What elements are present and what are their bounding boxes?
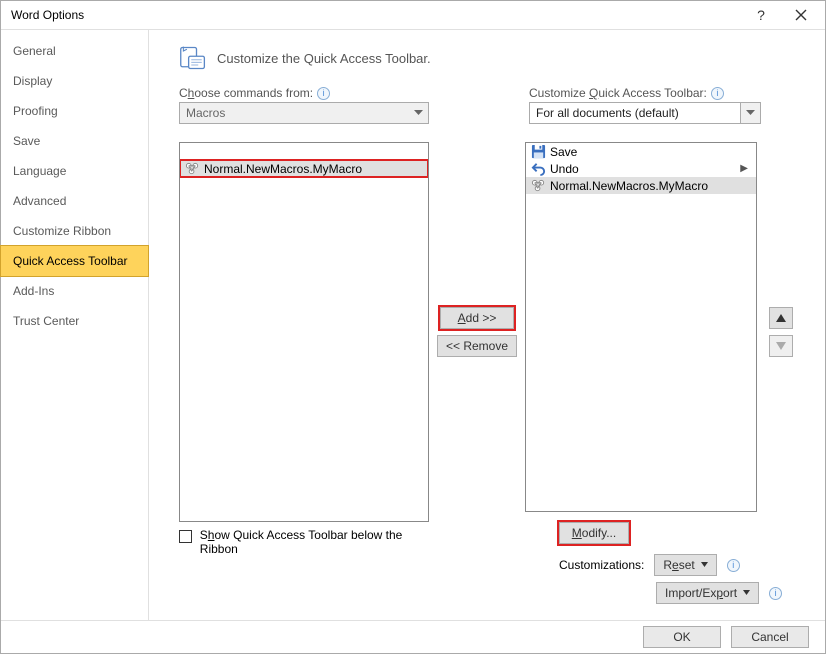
list-item[interactable]: Normal.NewMacros.MyMacro (526, 177, 756, 194)
chevron-down-icon (740, 103, 760, 123)
sidebar-item-trust-center[interactable]: Trust Center (1, 306, 148, 336)
add-button[interactable]: Add >> (440, 307, 514, 329)
transfer-buttons: Add >> << Remove (429, 142, 525, 522)
panel-header-text: Customize the Quick Access Toolbar. (217, 51, 431, 66)
submenu-arrow-icon: ▶ (740, 163, 752, 174)
remove-button[interactable]: << Remove (437, 335, 517, 357)
sidebar-item-language[interactable]: Language (1, 156, 148, 186)
list-item-label: Normal.NewMacros.MyMacro (204, 162, 362, 176)
cancel-button[interactable]: Cancel (731, 626, 809, 648)
titlebar: Word Options ? (1, 1, 825, 29)
sidebar: GeneralDisplayProofingSaveLanguageAdvanc… (1, 30, 149, 620)
sidebar-item-advanced[interactable]: Advanced (1, 186, 148, 216)
macro-icon (184, 161, 200, 177)
dialog-footer: OK Cancel (1, 620, 825, 653)
import-export-button[interactable]: Import/Export (656, 582, 759, 604)
checkbox-label: Show Quick Access Toolbar below the Ribb… (200, 528, 439, 556)
sidebar-item-add-ins[interactable]: Add-Ins (1, 276, 148, 306)
sidebar-item-save[interactable]: Save (1, 126, 148, 156)
choose-commands-dropdown[interactable]: Macros (179, 102, 429, 124)
show-below-ribbon-checkbox[interactable]: Show Quick Access Toolbar below the Ribb… (179, 528, 439, 610)
list-item-label: Save (550, 145, 752, 159)
main-panel: Customize the Quick Access Toolbar. Choo… (149, 30, 825, 620)
info-icon[interactable]: i (727, 559, 740, 572)
dropdown-triangle-icon (743, 590, 750, 597)
customize-qat-dropdown[interactable]: For all documents (default) (529, 102, 761, 124)
save-icon (530, 144, 546, 160)
dialog-title: Word Options (11, 8, 741, 22)
checkbox-box[interactable] (179, 530, 192, 543)
move-up-button[interactable] (769, 307, 793, 329)
info-icon[interactable]: i (711, 87, 724, 100)
chevron-down-icon (408, 103, 428, 123)
macro-icon (530, 178, 546, 194)
choose-commands-label: Choose commands from: i (179, 86, 429, 100)
sidebar-item-general[interactable]: General (1, 36, 148, 66)
list-item[interactable]: Undo▶ (526, 160, 756, 177)
qat-listbox[interactable]: SaveUndo▶Normal.NewMacros.MyMacro (525, 142, 757, 512)
dropdown-triangle-icon (701, 562, 708, 569)
sidebar-item-display[interactable]: Display (1, 66, 148, 96)
list-item[interactable] (180, 143, 428, 160)
help-button[interactable]: ? (741, 1, 781, 29)
panel-header: Customize the Quick Access Toolbar. (179, 44, 801, 72)
modify-button[interactable]: Modify... (559, 522, 629, 544)
sidebar-item-customize-ribbon[interactable]: Customize Ribbon (1, 216, 148, 246)
list-item-label: Normal.NewMacros.MyMacro (550, 179, 752, 193)
reset-button[interactable]: Reset (654, 554, 716, 576)
sidebar-item-quick-access-toolbar[interactable]: Quick Access Toolbar (1, 246, 148, 276)
list-item-label: Undo (550, 162, 740, 176)
word-options-dialog: Word Options ? GeneralDisplayProofingSav… (0, 0, 826, 654)
move-down-button[interactable] (769, 335, 793, 357)
customize-qat-label: Customize Quick Access Toolbar: i (529, 86, 761, 100)
commands-listbox[interactable]: Normal.NewMacros.MyMacro (179, 142, 429, 522)
list-item[interactable]: Save (526, 143, 756, 160)
close-button[interactable] (781, 1, 821, 29)
qat-icon (179, 44, 207, 72)
customizations-label: Customizations: (559, 558, 644, 572)
ok-button[interactable]: OK (643, 626, 721, 648)
list-item[interactable]: Normal.NewMacros.MyMacro (180, 160, 428, 177)
info-icon[interactable]: i (317, 87, 330, 100)
sidebar-item-proofing[interactable]: Proofing (1, 96, 148, 126)
info-icon[interactable]: i (769, 587, 782, 600)
undo-icon (530, 161, 546, 177)
